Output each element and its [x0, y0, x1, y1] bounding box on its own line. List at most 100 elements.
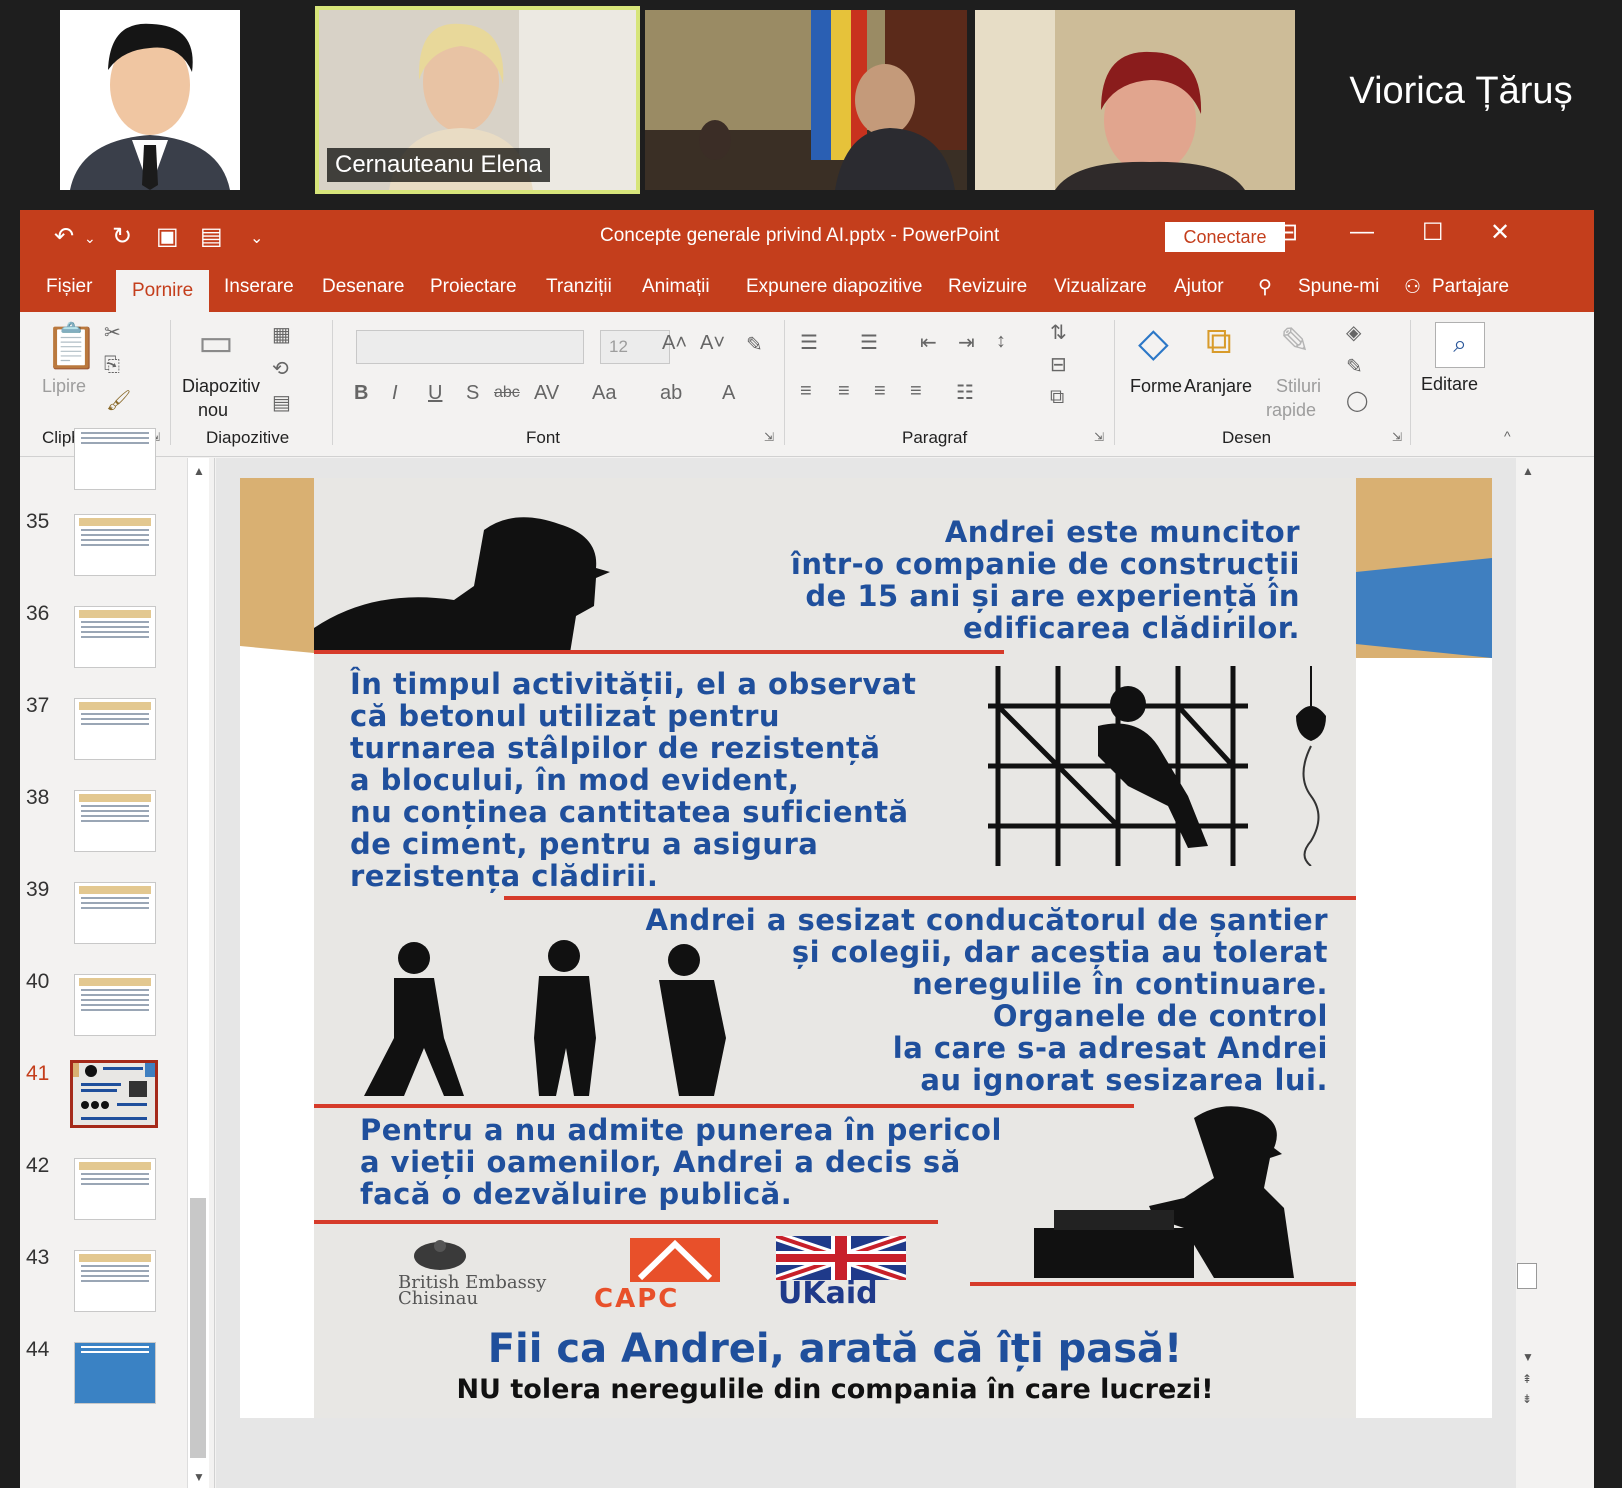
format-painter-icon[interactable]: 🖌 [106, 388, 131, 413]
tab-review[interactable]: Revizuire [948, 276, 1027, 298]
text-direction-icon[interactable]: ⇅ [1050, 320, 1067, 345]
next-slide-icon[interactable]: ⇟ [1522, 1392, 1532, 1406]
save-icon[interactable]: ▤ [200, 222, 223, 251]
slide-thumbnail[interactable] [74, 974, 156, 1036]
slide-thumbnail-active[interactable] [70, 1060, 158, 1128]
tab-file[interactable]: Fișier [46, 276, 92, 298]
slide-thumbnail[interactable] [74, 606, 156, 668]
align-right-icon[interactable]: ≡ [874, 380, 886, 403]
section-icon[interactable]: ▤ [272, 390, 291, 415]
shape-effects-icon[interactable]: ◯ [1346, 388, 1368, 413]
align-left-icon[interactable]: ≡ [800, 380, 812, 403]
quick-styles-icon[interactable]: ✎ [1280, 320, 1310, 362]
bullets-icon[interactable]: ☰ [800, 330, 818, 355]
shapes-button[interactable]: Forme [1130, 376, 1182, 397]
close-icon[interactable]: ✕ [1490, 218, 1510, 247]
copy-icon[interactable]: ⎘ [104, 354, 120, 377]
clear-formatting-icon[interactable]: ✎ [746, 332, 763, 357]
slide-thumbnail[interactable] [74, 1342, 156, 1404]
shape-fill-icon[interactable]: ◈ [1346, 320, 1361, 345]
undo-icon[interactable]: ↶ [54, 222, 74, 251]
drawing-launcher-icon[interactable]: ⇲ [1392, 430, 1402, 444]
slide-thumbnail[interactable] [74, 1250, 156, 1312]
underline-icon[interactable]: U [428, 382, 442, 405]
columns-icon[interactable]: ☷ [956, 380, 974, 405]
tab-help[interactable]: Ajutor [1174, 276, 1224, 298]
arrange-button[interactable]: Aranjare [1184, 376, 1252, 397]
font-family-dropdown[interactable] [356, 330, 584, 364]
paragraph-launcher-icon[interactable]: ⇲ [1094, 430, 1104, 444]
highlight-icon[interactable]: ab [660, 382, 682, 405]
font-size-dropdown[interactable]: 12 [600, 330, 670, 364]
shape-outline-icon[interactable]: ✎ [1346, 354, 1363, 379]
line-spacing-icon[interactable]: ↕ [996, 330, 1006, 353]
participant-tile-avatar[interactable] [60, 10, 240, 190]
scroll-up-icon[interactable]: ▲ [193, 464, 205, 478]
scrollbar-thumb[interactable] [190, 1198, 206, 1458]
decrease-font-icon[interactable]: A˅ [700, 332, 725, 355]
shapes-icon[interactable]: ◇ [1138, 320, 1169, 366]
change-case-icon[interactable]: Aa [592, 382, 616, 405]
quick-styles-button[interactable]: Stiluri [1276, 376, 1321, 397]
current-slide[interactable]: Andrei este muncitor într-o companie de … [240, 478, 1492, 1418]
share-button[interactable]: Partajare [1432, 276, 1509, 298]
slide-thumbnail[interactable] [74, 428, 156, 490]
shadow-icon[interactable]: S [466, 382, 479, 405]
increase-indent-icon[interactable]: ⇥ [958, 330, 975, 355]
editing-button[interactable]: Editare [1421, 374, 1478, 395]
participant-tile-woman[interactable] [975, 10, 1295, 190]
tab-draw[interactable]: Desenare [322, 276, 404, 298]
slide-thumbnail[interactable] [74, 514, 156, 576]
tab-transitions[interactable]: Tranziții [546, 276, 612, 298]
font-launcher-icon[interactable]: ⇲ [764, 430, 774, 444]
participant-tile-active-speaker[interactable]: Cernauteanu Elena [315, 6, 640, 194]
character-spacing-icon[interactable]: AV [534, 382, 559, 405]
decrease-indent-icon[interactable]: ⇤ [920, 330, 937, 355]
tab-insert[interactable]: Inserare [224, 276, 294, 298]
align-center-icon[interactable]: ≡ [838, 380, 850, 403]
scroll-up-icon[interactable]: ▲ [1522, 464, 1534, 478]
layout-icon[interactable]: ▦ [272, 322, 291, 347]
customize-toolbar-icon[interactable]: ⌄ [250, 228, 263, 248]
cut-icon[interactable]: ✂ [104, 320, 121, 345]
slide-thumbnail[interactable] [74, 1158, 156, 1220]
tab-animations[interactable]: Animații [642, 276, 710, 298]
new-slide-button[interactable]: Diapozitiv [182, 376, 260, 397]
slide-vertical-scrollbar[interactable]: ▲ ▼ ⇞ ⇟ [1516, 458, 1540, 1488]
smartart-icon[interactable]: ⧉ [1050, 386, 1064, 409]
find-icon[interactable]: ⌕ [1435, 322, 1485, 368]
participant-tile-room[interactable] [645, 10, 967, 190]
undo-dropdown-icon[interactable]: ⌄ [84, 230, 96, 247]
tab-design[interactable]: Proiectare [430, 276, 517, 298]
slide-thumbnail[interactable] [74, 882, 156, 944]
redo-icon[interactable]: ↻ [112, 222, 132, 251]
tab-home[interactable]: Pornire [116, 270, 210, 312]
numbering-icon[interactable]: ☰ [860, 330, 878, 355]
bold-icon[interactable]: B [354, 382, 368, 405]
ribbon-display-options-icon[interactable]: ⊟ [1278, 218, 1298, 247]
paste-button[interactable]: Lipire [42, 376, 86, 397]
thumbnails-scrollbar[interactable]: ▲ ▼ [187, 458, 209, 1488]
reset-icon[interactable]: ⟲ [272, 356, 289, 381]
slide-thumbnail[interactable] [74, 698, 156, 760]
previous-slide-icon[interactable]: ⇞ [1522, 1372, 1532, 1386]
maximize-icon[interactable]: ☐ [1422, 218, 1444, 247]
slide-thumbnail[interactable] [74, 790, 156, 852]
font-color-icon[interactable]: A [722, 382, 735, 405]
scrollbar-thumb[interactable] [1517, 1263, 1537, 1289]
arrange-icon[interactable]: ⧉ [1206, 320, 1232, 363]
strikethrough-icon[interactable]: abc [494, 384, 520, 402]
present-from-start-icon[interactable]: ▣ [156, 222, 179, 251]
justify-icon[interactable]: ≡ [910, 380, 922, 403]
paste-icon[interactable]: 📋 [44, 320, 99, 372]
italic-icon[interactable]: I [392, 382, 398, 405]
new-slide-icon[interactable]: ▭ [198, 320, 234, 365]
collapse-ribbon-icon[interactable]: ^ [1504, 428, 1511, 444]
scroll-down-icon[interactable]: ▼ [193, 1470, 205, 1484]
tab-slide-show[interactable]: Expunere diapozitive [746, 276, 922, 298]
minimize-icon[interactable]: — [1350, 218, 1374, 246]
sign-in-button[interactable]: Conectare [1165, 222, 1285, 252]
align-text-icon[interactable]: ⊟ [1050, 352, 1067, 377]
scroll-down-icon[interactable]: ▼ [1522, 1350, 1534, 1364]
increase-font-icon[interactable]: A˄ [662, 332, 687, 355]
